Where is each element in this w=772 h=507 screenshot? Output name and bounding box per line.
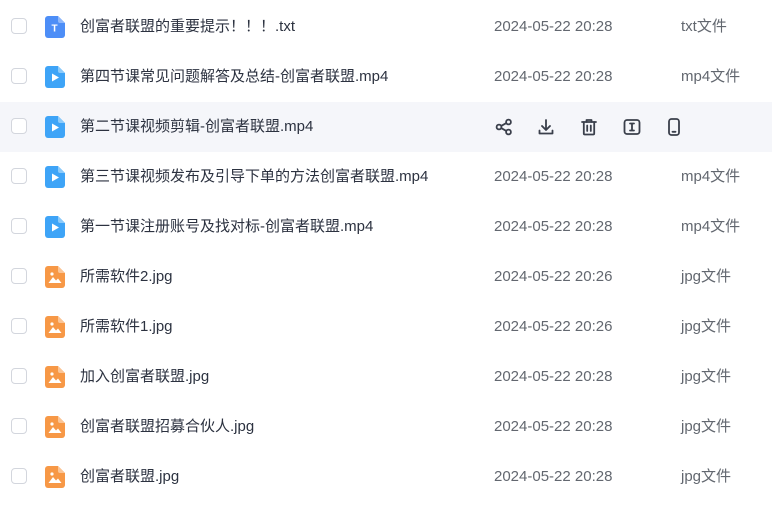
file-row[interactable]: 第三节课视频发布及引导下单的方法创富者联盟.mp4 2024-05-22 20:… xyxy=(0,152,772,202)
file-type: jpg文件 xyxy=(681,418,732,435)
file-name[interactable]: 第四节课常见问题解答及总结-创富者联盟.mp4 xyxy=(80,52,388,102)
row-checkbox[interactable] xyxy=(11,318,27,334)
video-file-icon xyxy=(45,66,65,88)
video-file-icon xyxy=(45,166,65,188)
txt-file-icon: T xyxy=(45,16,65,38)
download-icon[interactable] xyxy=(536,117,556,137)
image-file-icon xyxy=(45,266,65,288)
file-modified-time: 2024-05-22 20:28 xyxy=(494,368,613,385)
file-type: mp4文件 xyxy=(681,168,741,185)
row-checkbox[interactable] xyxy=(11,368,27,384)
file-name[interactable]: 第一节课注册账号及找对标-创富者联盟.mp4 xyxy=(80,202,373,252)
row-checkbox[interactable] xyxy=(11,468,27,484)
file-row[interactable]: 加入创富者联盟.jpg 2024-05-22 20:28 jpg文件 xyxy=(0,352,772,402)
image-file-icon xyxy=(45,416,65,438)
file-list: T 创富者联盟的重要提示！！！.txt 2024-05-22 20:28 txt… xyxy=(0,2,772,502)
file-name[interactable]: 创富者联盟.jpg xyxy=(80,452,179,502)
file-name[interactable]: 创富者联盟招募合伙人.jpg xyxy=(80,402,254,452)
row-checkbox[interactable] xyxy=(11,418,27,434)
delete-icon[interactable] xyxy=(579,117,599,137)
file-row[interactable]: 所需软件1.jpg 2024-05-22 20:26 jpg文件 xyxy=(0,302,772,352)
file-type: jpg文件 xyxy=(681,468,732,485)
file-type: txt文件 xyxy=(681,18,727,35)
file-name[interactable]: 第二节课视频剪辑-创富者联盟.mp4 xyxy=(80,102,313,152)
row-checkbox[interactable] xyxy=(11,68,27,84)
video-file-icon xyxy=(45,216,65,238)
image-file-icon xyxy=(45,316,65,338)
file-row-hovered[interactable]: 第二节课视频剪辑-创富者联盟.mp4 xyxy=(0,102,772,152)
phone-icon[interactable] xyxy=(664,117,684,137)
file-name[interactable]: 所需软件1.jpg xyxy=(80,302,173,352)
file-row[interactable]: 第一节课注册账号及找对标-创富者联盟.mp4 2024-05-22 20:28 … xyxy=(0,202,772,252)
image-file-icon xyxy=(45,466,65,488)
file-modified-time: 2024-05-22 20:28 xyxy=(494,468,613,485)
file-name[interactable]: 加入创富者联盟.jpg xyxy=(80,352,209,402)
row-checkbox[interactable] xyxy=(11,118,27,134)
file-row[interactable]: T 创富者联盟的重要提示！！！.txt 2024-05-22 20:28 txt… xyxy=(0,2,772,52)
file-type: mp4文件 xyxy=(681,218,741,235)
file-modified-time: 2024-05-22 20:28 xyxy=(494,418,613,435)
file-type: jpg文件 xyxy=(681,368,732,385)
file-row[interactable]: 创富者联盟.jpg 2024-05-22 20:28 jpg文件 xyxy=(0,452,772,502)
file-name[interactable]: 创富者联盟的重要提示！！！.txt xyxy=(80,2,295,52)
file-type: jpg文件 xyxy=(681,318,732,335)
file-row[interactable]: 所需软件2.jpg 2024-05-22 20:26 jpg文件 xyxy=(0,252,772,302)
video-file-icon xyxy=(45,116,65,138)
file-type: jpg文件 xyxy=(681,268,732,285)
file-modified-time: 2024-05-22 20:28 xyxy=(494,18,613,35)
row-checkbox[interactable] xyxy=(11,18,27,34)
txt-icon-letter: T xyxy=(51,24,57,35)
row-checkbox[interactable] xyxy=(11,168,27,184)
file-modified-time: 2024-05-22 20:28 xyxy=(494,68,613,85)
file-type: mp4文件 xyxy=(681,68,741,85)
row-checkbox[interactable] xyxy=(11,218,27,234)
file-row[interactable]: 第四节课常见问题解答及总结-创富者联盟.mp4 2024-05-22 20:28… xyxy=(0,52,772,102)
file-name[interactable]: 第三节课视频发布及引导下单的方法创富者联盟.mp4 xyxy=(80,152,428,202)
file-modified-time: 2024-05-22 20:26 xyxy=(494,268,613,285)
file-name[interactable]: 所需软件2.jpg xyxy=(80,252,173,302)
file-modified-time: 2024-05-22 20:26 xyxy=(494,318,613,335)
file-row[interactable]: 创富者联盟招募合伙人.jpg 2024-05-22 20:28 jpg文件 xyxy=(0,402,772,452)
file-modified-time: 2024-05-22 20:28 xyxy=(494,168,613,185)
row-checkbox[interactable] xyxy=(11,268,27,284)
rename-icon[interactable] xyxy=(622,117,642,137)
image-file-icon xyxy=(45,366,65,388)
file-modified-time: 2024-05-22 20:28 xyxy=(494,218,613,235)
share-icon[interactable] xyxy=(494,117,514,137)
